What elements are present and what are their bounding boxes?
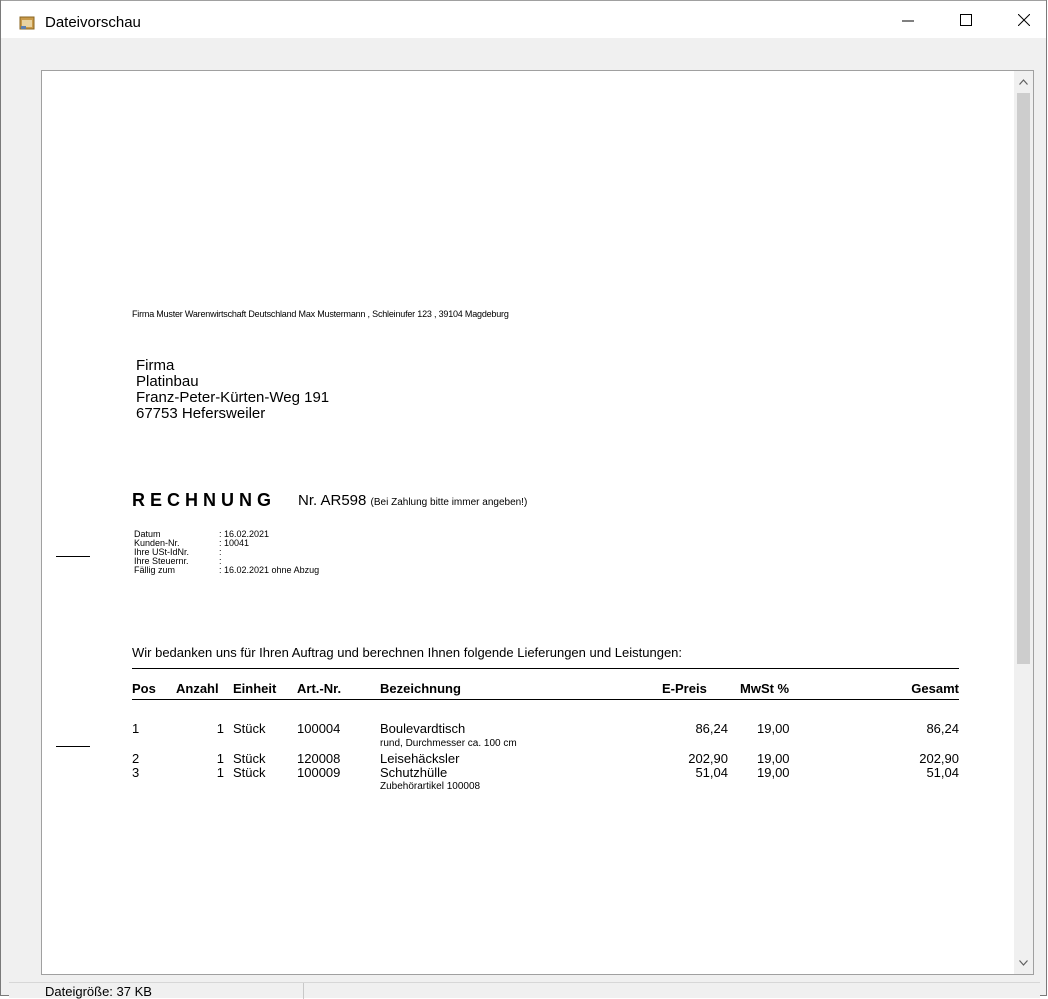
recipient-line: 67753 Hefersweiler — [136, 405, 266, 422]
chevron-up-icon — [1019, 79, 1028, 85]
cell-epreis: 86,24 — [695, 721, 728, 736]
cell-bezeichnung: Boulevardtisch — [380, 721, 466, 736]
cell-anzahl: 1 — [216, 721, 224, 736]
invoice-heading: RECHNUNG — [132, 490, 277, 510]
meta-value: : 10041 — [219, 538, 250, 548]
cell-anzahl: 1 — [216, 765, 224, 780]
meta-label: Fällig zum — [134, 565, 176, 575]
col-header-mwst: MwSt % — [740, 681, 790, 696]
scroll-down-button[interactable] — [1014, 952, 1033, 974]
cell-artnr: 100004 — [297, 721, 341, 736]
close-button[interactable] — [999, 1, 1048, 39]
cell-einheit: Stück — [233, 721, 266, 736]
recipient-line: Franz-Peter-Kürten-Weg 191 — [136, 389, 330, 406]
recipient-line: Firma — [136, 357, 175, 374]
fold-mark — [56, 746, 90, 747]
content-area: Firma Muster Warenwirtschaft Deutschland… — [9, 38, 1040, 999]
cell-gesamt: 202,90 — [919, 751, 959, 766]
chevron-down-icon — [1019, 960, 1028, 966]
cell-bezeichnung: Leisehäcksler — [380, 751, 460, 766]
cell-anzahl: 1 — [216, 751, 224, 766]
preview-window: Dateivorschau Firma Muster Warenwirtscha… — [0, 0, 1047, 999]
cell-einheit: Stück — [233, 765, 266, 780]
cell-pos: 1 — [132, 721, 140, 736]
table-header-rule — [132, 699, 959, 700]
meta-value: : 16.02.2021 ohne Abzug — [219, 565, 320, 575]
invoice-intro: Wir bedanken uns für Ihren Auftrag und b… — [132, 645, 683, 660]
cell-epreis: 51,04 — [695, 765, 728, 780]
cell-pos: 3 — [132, 765, 140, 780]
scrollbar-thumb[interactable] — [1017, 93, 1030, 664]
scroll-up-button[interactable] — [1014, 71, 1033, 93]
document-preview[interactable]: Firma Muster Warenwirtschaft Deutschland… — [41, 70, 1034, 975]
cell-gesamt: 51,04 — [926, 765, 959, 780]
col-header-epreis: E-Preis — [662, 681, 707, 696]
cell-pos: 2 — [132, 751, 140, 766]
minimize-button[interactable] — [883, 1, 933, 39]
cell-bezeichnung: Schutzhülle — [380, 765, 448, 780]
cell-detail: rund, Durchmesser ca. 100 cm — [380, 738, 517, 749]
invoice-number-note: (Bei Zahlung bitte immer angeben!) — [370, 497, 528, 508]
recipient-address: Firma Platinbau Franz-Peter-Kürten-Weg 1… — [136, 358, 329, 422]
maximize-icon — [960, 14, 972, 26]
col-header-gesamt: Gesamt — [911, 681, 959, 696]
cell-epreis: 202,90 — [688, 751, 728, 766]
minimize-icon — [902, 20, 914, 22]
sender-line: Firma Muster Warenwirtschaft Deutschland… — [132, 309, 509, 319]
col-header-anzahl: Anzahl — [176, 681, 219, 696]
close-icon — [1018, 14, 1030, 26]
invoice-meta: Datum: 16.02.2021 Kunden-Nr.: 10041 Ihre… — [134, 530, 319, 575]
fold-mark — [56, 556, 90, 557]
table-top-rule — [132, 668, 959, 669]
col-header-pos: Pos — [132, 681, 156, 696]
cell-detail: Zubehörartikel 100008 — [380, 781, 481, 792]
col-header-einheit: Einheit — [233, 681, 277, 696]
cell-mwst: 19,00 — [757, 721, 790, 736]
recipient-line: Platinbau — [136, 373, 199, 390]
cell-gesamt: 86,24 — [926, 721, 959, 736]
status-bar: Dateigröße: 37 KB — [9, 982, 1040, 999]
cell-artnr: 120008 — [297, 751, 341, 766]
cell-einheit: Stück — [233, 751, 266, 766]
col-header-artnr: Art.-Nr. — [297, 681, 342, 696]
cell-mwst: 19,00 — [757, 751, 790, 766]
vertical-scrollbar[interactable] — [1014, 71, 1033, 974]
maximize-button[interactable] — [941, 1, 991, 39]
title-bar[interactable]: Dateivorschau — [1, 0, 1046, 38]
cell-artnr: 100009 — [297, 765, 341, 780]
cell-mwst: 19,00 — [757, 765, 790, 780]
invoice-number: Nr. AR598 (Bei Zahlung bitte immer angeb… — [298, 492, 527, 509]
document-app-icon — [19, 16, 35, 30]
invoice-page: Firma Muster Warenwirtschaft Deutschland… — [42, 71, 1014, 974]
col-header-bezeichnung: Bezeichnung — [380, 681, 461, 696]
window-title: Dateivorschau — [45, 14, 141, 31]
meta-row: Fällig zum : 16.02.2021 ohne Abzug — [134, 566, 319, 575]
invoice-number-value: Nr. AR598 — [298, 492, 367, 509]
